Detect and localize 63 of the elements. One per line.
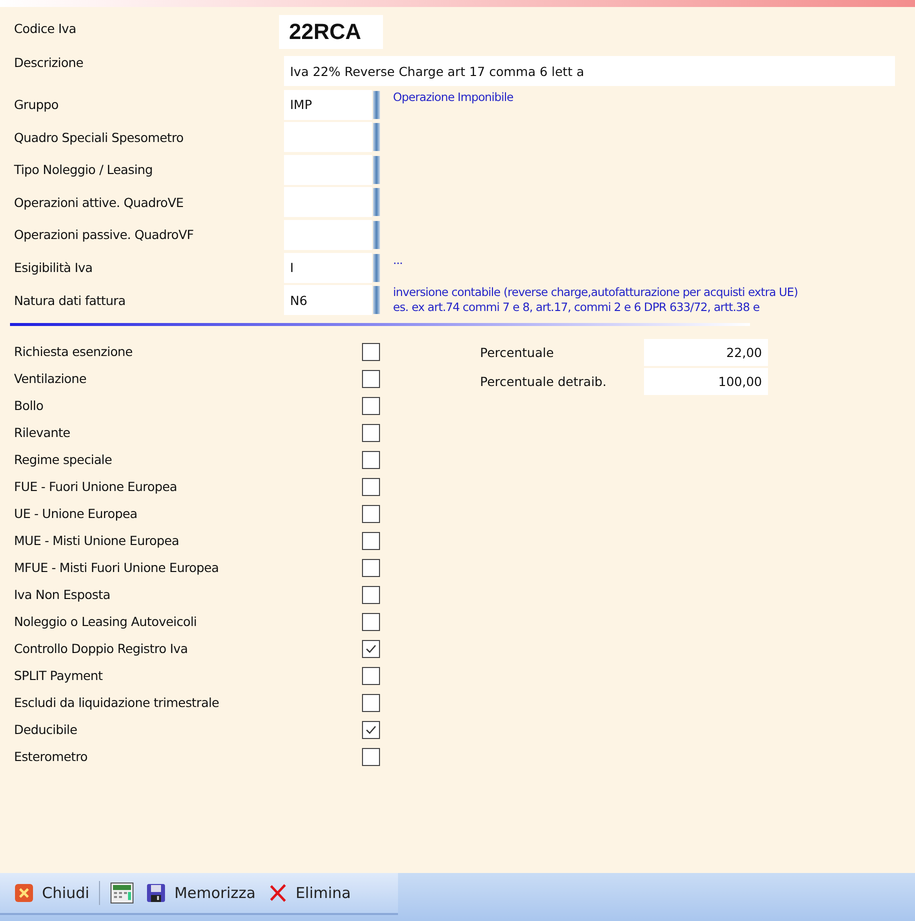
- lookup-field[interactable]: [284, 122, 372, 152]
- field-label: Natura dati fattura: [14, 292, 126, 308]
- code-field[interactable]: 22RCA: [279, 15, 383, 49]
- checkbox-label: UE - Unione Europea: [14, 506, 138, 522]
- number-field[interactable]: 22,00: [644, 339, 768, 366]
- checkbox[interactable]: [362, 666, 380, 685]
- checkbox-label: MFUE - Misti Fuori Unione Europea: [14, 560, 220, 576]
- calculator-icon: [110, 882, 134, 904]
- checkbox-label: Esterometro: [14, 749, 88, 764]
- delete-button[interactable]: Elimina: [264, 881, 355, 905]
- number-field[interactable]: 100,00: [644, 368, 768, 396]
- checkbox-label: MUE - Misti Unione Europea: [14, 533, 180, 548]
- close-button[interactable]: Chiudi: [10, 881, 94, 905]
- lookup-field[interactable]: [284, 220, 372, 250]
- checkbox[interactable]: [362, 342, 380, 361]
- checkbox[interactable]: [362, 586, 380, 604]
- checkbox[interactable]: [362, 532, 380, 550]
- field-label: Operazioni passive. QuadroVF: [14, 227, 195, 242]
- checkbox-label: Ventilazione: [14, 371, 88, 386]
- checkbox[interactable]: [362, 612, 380, 631]
- checkbox[interactable]: [362, 748, 380, 766]
- field-label: Descrizione: [14, 55, 84, 70]
- checkbox-label: SPLIT Payment: [14, 668, 104, 684]
- checkbox-label: Deducibile: [14, 722, 78, 738]
- save-button[interactable]: Memorizza: [142, 881, 260, 905]
- lookup-description: ...: [393, 252, 404, 268]
- lookup-field[interactable]: IMP: [284, 90, 372, 120]
- field-label: Esigibilità Iva: [14, 260, 94, 276]
- checkbox[interactable]: [362, 450, 380, 469]
- lookup-field[interactable]: N6: [284, 285, 372, 316]
- checkbox[interactable]: [362, 504, 380, 523]
- checkbox[interactable]: [362, 640, 380, 658]
- field-label: Gruppo: [14, 97, 60, 112]
- field-label: Codice Iva: [14, 20, 78, 36]
- lookup-description: Operazione Imponibile: [393, 90, 514, 105]
- description-field[interactable]: Iva 22% Reverse Charge art 17 comma 6 lett a: [284, 56, 895, 86]
- checkbox-label: Richiesta esenzione: [14, 344, 134, 360]
- checkbox[interactable]: [362, 694, 380, 712]
- field-label: Percentuale: [480, 345, 555, 360]
- field-label: Operazioni attive. QuadroVE: [14, 194, 185, 210]
- checkbox-label: Controllo Doppio Registro Iva: [14, 641, 189, 656]
- checkbox[interactable]: [362, 424, 380, 442]
- checkbox-label: Iva Non Esposta: [14, 587, 112, 602]
- checkbox-label: FUE - Fuori Unione Europea: [14, 479, 178, 494]
- checkbox[interactable]: [362, 478, 380, 496]
- lookup-description: inversione contabile (reverse charge,autofatturazione per acquisti extra UE) es. ex art.74 commi 7 e 8, art.17, commi 2 e 6 DPR 633/72, artt.38 e: [393, 285, 799, 316]
- lookup-field[interactable]: [284, 154, 372, 185]
- checkbox-label: Rilevante: [14, 425, 72, 440]
- checkbox[interactable]: [362, 396, 380, 415]
- field-label: Quadro Speciali Spesometro: [14, 130, 185, 145]
- checkbox-label: Noleggio o Leasing Autoveicoli: [14, 614, 198, 630]
- checkbox-label: Regime speciale: [14, 452, 113, 468]
- checkbox-label: Escludi da liquidazione trimestrale: [14, 695, 220, 710]
- field-label: Percentuale detraib.: [480, 374, 608, 390]
- field-label: Tipo Noleggio / Leasing: [14, 162, 154, 178]
- checkbox[interactable]: [362, 720, 380, 739]
- lookup-field[interactable]: [284, 187, 372, 218]
- cross-icon: [268, 883, 288, 903]
- checkbox[interactable]: [362, 370, 380, 388]
- lookup-field[interactable]: I: [284, 252, 372, 283]
- checkbox-label: Bollo: [14, 398, 44, 414]
- close-icon: [14, 883, 34, 903]
- checkbox[interactable]: [362, 558, 380, 577]
